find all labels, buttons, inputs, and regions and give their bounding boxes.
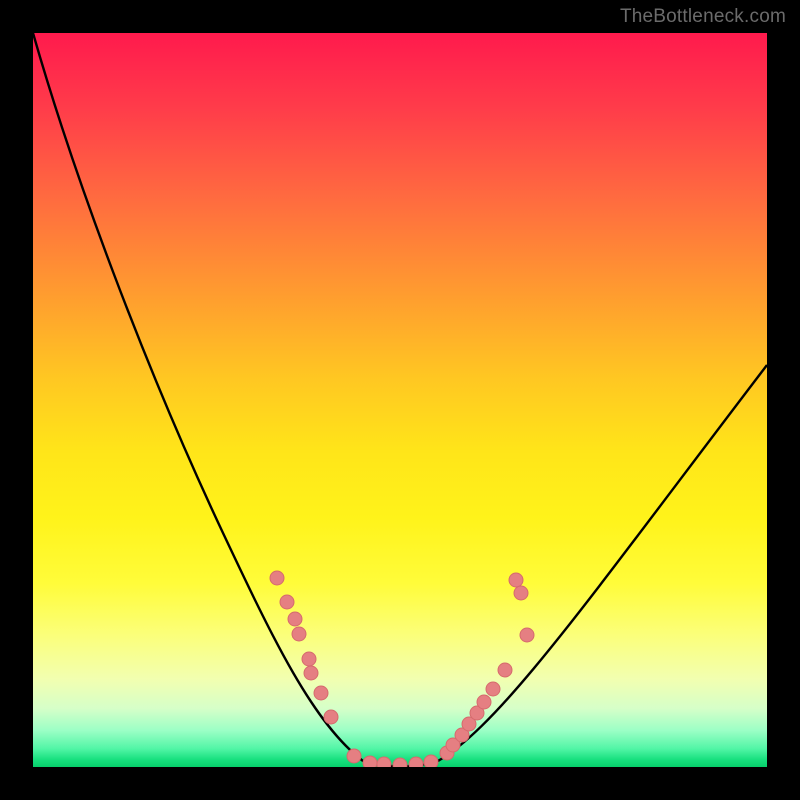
data-marker: [514, 586, 528, 600]
data-marker: [347, 749, 361, 763]
data-marker: [280, 595, 294, 609]
data-marker: [477, 695, 491, 709]
data-marker: [304, 666, 318, 680]
watermark-text: TheBottleneck.com: [620, 6, 786, 28]
data-marker: [377, 757, 391, 767]
outer-frame: TheBottleneck.com: [0, 0, 800, 800]
data-marker: [486, 682, 500, 696]
marker-group: [270, 571, 534, 767]
plot-area: [33, 33, 767, 767]
data-marker: [509, 573, 523, 587]
data-marker: [520, 628, 534, 642]
data-marker: [424, 755, 438, 767]
data-marker: [292, 627, 306, 641]
chart-svg: [33, 33, 767, 767]
data-marker: [302, 652, 316, 666]
data-marker: [393, 758, 407, 767]
data-marker: [498, 663, 512, 677]
curve-path: [33, 33, 767, 766]
data-marker: [270, 571, 284, 585]
data-marker: [409, 757, 423, 767]
data-marker: [363, 756, 377, 767]
data-marker: [324, 710, 338, 724]
data-marker: [288, 612, 302, 626]
data-marker: [314, 686, 328, 700]
